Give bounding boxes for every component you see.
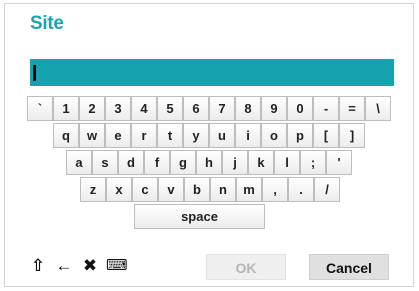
key[interactable]: ` — [27, 96, 53, 121]
dialog-title: Site — [30, 13, 64, 34]
key[interactable]: 4 — [131, 96, 157, 121]
key[interactable]: 8 — [235, 96, 261, 121]
key[interactable]: n — [210, 177, 236, 202]
key[interactable]: [ — [313, 123, 339, 148]
key[interactable]: 1 — [53, 96, 79, 121]
key[interactable]: q — [53, 123, 79, 148]
clear-icon[interactable]: ✖ — [80, 256, 100, 276]
text-caret — [33, 65, 36, 81]
keyboard-icon[interactable]: ⌨ — [106, 256, 128, 276]
backspace-icon[interactable]: ← — [54, 256, 74, 276]
key[interactable]: , — [262, 177, 288, 202]
key[interactable]: e — [105, 123, 131, 148]
key[interactable]: u — [209, 123, 235, 148]
space-key[interactable]: space — [134, 204, 265, 229]
key[interactable]: p — [287, 123, 313, 148]
key[interactable]: / — [314, 177, 340, 202]
key[interactable]: o — [261, 123, 287, 148]
key[interactable]: f — [144, 150, 170, 175]
key[interactable]: - — [313, 96, 339, 121]
key[interactable]: 0 — [287, 96, 313, 121]
key[interactable]: ' — [326, 150, 352, 175]
key[interactable]: g — [170, 150, 196, 175]
key[interactable]: x — [106, 177, 132, 202]
key[interactable]: y — [183, 123, 209, 148]
key[interactable]: h — [196, 150, 222, 175]
key[interactable]: m — [236, 177, 262, 202]
key[interactable]: . — [288, 177, 314, 202]
key[interactable]: i — [235, 123, 261, 148]
key[interactable]: l — [274, 150, 300, 175]
key[interactable]: 9 — [261, 96, 287, 121]
cancel-button[interactable]: Cancel — [309, 254, 389, 280]
key[interactable]: d — [118, 150, 144, 175]
key[interactable]: ; — [300, 150, 326, 175]
key[interactable]: 2 — [79, 96, 105, 121]
shift-icon[interactable]: ⇧ — [28, 256, 48, 276]
key[interactable]: t — [157, 123, 183, 148]
key[interactable]: 6 — [183, 96, 209, 121]
key[interactable]: 7 — [209, 96, 235, 121]
key[interactable]: = — [339, 96, 365, 121]
key[interactable]: w — [79, 123, 105, 148]
key[interactable]: s — [92, 150, 118, 175]
key[interactable]: \ — [365, 96, 391, 121]
key[interactable]: a — [66, 150, 92, 175]
site-input[interactable] — [30, 59, 394, 86]
key[interactable]: v — [158, 177, 184, 202]
key[interactable]: r — [131, 123, 157, 148]
key[interactable]: j — [222, 150, 248, 175]
key[interactable]: c — [132, 177, 158, 202]
key[interactable]: z — [80, 177, 106, 202]
ok-button[interactable]: OK — [206, 254, 286, 280]
key[interactable]: 5 — [157, 96, 183, 121]
key[interactable]: k — [248, 150, 274, 175]
key[interactable]: ] — [339, 123, 365, 148]
key[interactable]: 3 — [105, 96, 131, 121]
key[interactable]: b — [184, 177, 210, 202]
